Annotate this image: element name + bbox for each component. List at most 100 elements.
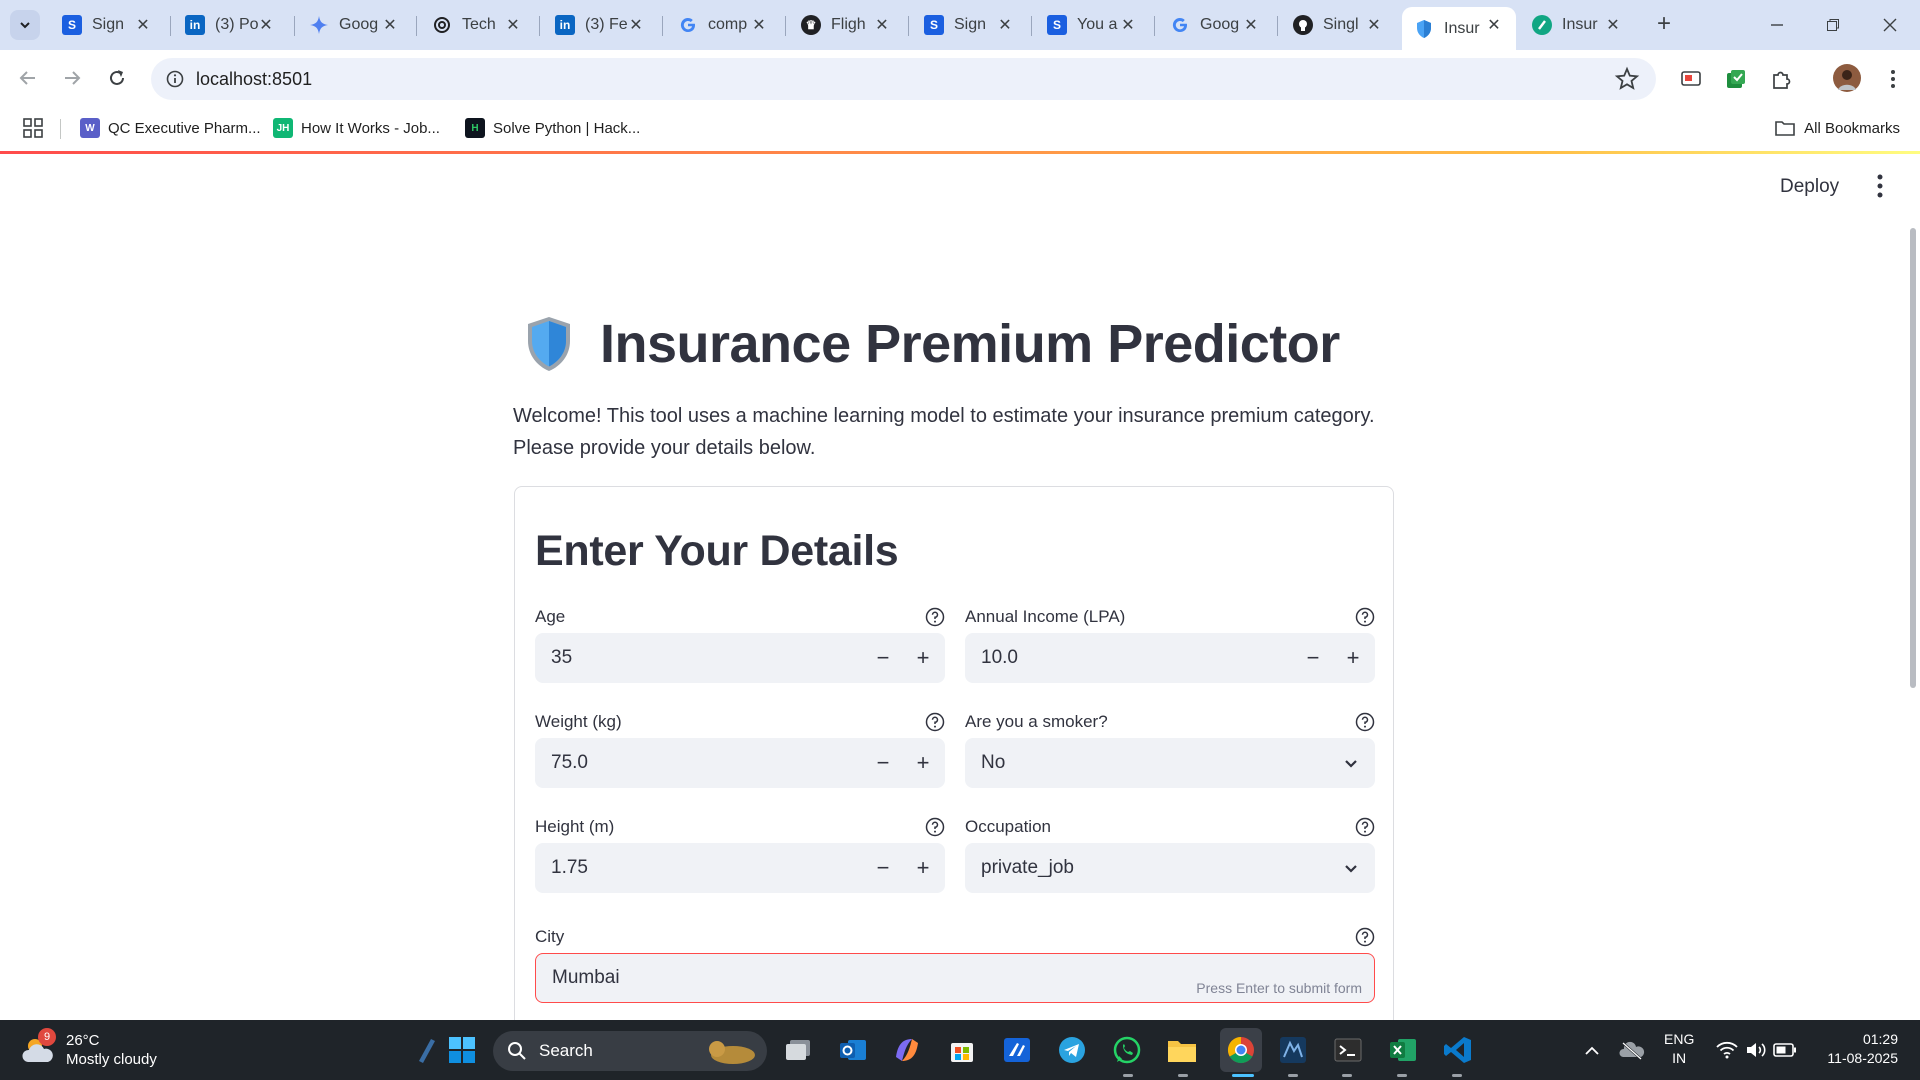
tab-10[interactable]: Goog ✕ xyxy=(1158,7,1273,43)
close-icon[interactable]: ✕ xyxy=(1603,15,1623,35)
close-icon[interactable]: ✕ xyxy=(380,15,400,35)
excel-icon[interactable] xyxy=(1385,1032,1421,1068)
city-input[interactable]: Mumbai Press Enter to submit form xyxy=(535,953,1375,1003)
close-icon[interactable]: ✕ xyxy=(1484,15,1504,35)
bookmark-how-it-works[interactable]: JH How It Works - Job... xyxy=(273,113,440,143)
decrement-button[interactable]: − xyxy=(867,852,899,884)
tab-11[interactable]: Singl ✕ xyxy=(1281,7,1396,43)
tab-7[interactable]: ♛ Fligh ✕ xyxy=(789,7,904,43)
increment-button[interactable]: + xyxy=(907,747,939,779)
scrollbar-thumb[interactable] xyxy=(1910,228,1916,688)
tab-2[interactable]: in (3) Po ✕ xyxy=(173,7,288,43)
minimize-button[interactable] xyxy=(1754,8,1800,42)
close-icon[interactable]: ✕ xyxy=(872,15,892,35)
income-value[interactable]: 10.0 xyxy=(981,647,1018,669)
site-info-icon[interactable] xyxy=(161,65,189,93)
close-icon[interactable]: ✕ xyxy=(256,15,276,35)
tab-13[interactable]: Insur ✕ xyxy=(1520,7,1635,43)
task-view-icon[interactable] xyxy=(780,1032,816,1068)
taskbar-search[interactable]: Search xyxy=(493,1031,767,1071)
tab-3[interactable]: Goog ✕ xyxy=(297,7,412,43)
copilot-icon[interactable] xyxy=(889,1032,925,1068)
chrome-icon[interactable] xyxy=(1220,1028,1262,1072)
microsoft-store-icon[interactable] xyxy=(944,1032,980,1068)
close-icon[interactable]: ✕ xyxy=(1364,15,1384,35)
close-window-button[interactable] xyxy=(1867,8,1913,42)
close-icon[interactable]: ✕ xyxy=(1118,15,1138,35)
age-value[interactable]: 35 xyxy=(551,647,572,669)
tab-4[interactable]: Tech ✕ xyxy=(420,7,535,43)
terminal-icon[interactable] xyxy=(1330,1032,1366,1068)
deploy-button[interactable]: Deploy xyxy=(1780,176,1839,198)
restore-button[interactable] xyxy=(1810,8,1856,42)
smoker-value[interactable]: No xyxy=(981,752,1005,774)
wifi-icon[interactable] xyxy=(1712,1032,1742,1068)
height-input[interactable]: 1.75 − + xyxy=(535,843,945,893)
cast-icon[interactable] xyxy=(1678,66,1704,92)
url-text[interactable]: localhost:8501 xyxy=(196,69,312,90)
help-icon[interactable] xyxy=(1355,712,1375,732)
vscode-icon[interactable] xyxy=(1440,1032,1476,1068)
forward-button[interactable] xyxy=(56,62,88,94)
back-button[interactable] xyxy=(12,62,44,94)
apps-grid-icon[interactable] xyxy=(22,117,44,139)
onedrive-off-icon[interactable] xyxy=(1614,1032,1650,1068)
bookmark-solve-python[interactable]: H Solve Python | Hack... xyxy=(465,113,640,143)
tab-8[interactable]: S Sign ✕ xyxy=(912,7,1027,43)
telegram-icon[interactable] xyxy=(1054,1032,1090,1068)
occupation-value[interactable]: private_job xyxy=(981,857,1074,879)
close-icon[interactable]: ✕ xyxy=(503,15,523,35)
close-icon[interactable]: ✕ xyxy=(995,15,1015,35)
occupation-select[interactable]: private_job xyxy=(965,843,1375,893)
increment-button[interactable]: + xyxy=(907,642,939,674)
widgets-icon[interactable] xyxy=(410,1032,446,1068)
smoker-select[interactable]: No xyxy=(965,738,1375,788)
bookmark-qc-executive[interactable]: W QC Executive Pharm... xyxy=(80,113,261,143)
tab-9[interactable]: S You a ✕ xyxy=(1035,7,1150,43)
all-bookmarks-button[interactable]: All Bookmarks xyxy=(1774,113,1900,143)
reload-button[interactable] xyxy=(101,62,133,94)
help-icon[interactable] xyxy=(925,607,945,627)
tab-5[interactable]: in (3) Fe ✕ xyxy=(543,7,658,43)
new-tab-button[interactable]: + xyxy=(1650,11,1678,39)
decrement-button[interactable]: − xyxy=(1297,642,1329,674)
weather-widget[interactable]: 9 26°C Mostly cloudy xyxy=(20,1028,157,1070)
file-explorer-icon[interactable] xyxy=(1164,1032,1200,1068)
app-navy-icon[interactable] xyxy=(1275,1032,1311,1068)
app-blue-icon[interactable] xyxy=(999,1032,1035,1068)
chevron-up-icon[interactable] xyxy=(1574,1032,1610,1068)
close-icon[interactable]: ✕ xyxy=(1241,15,1261,35)
help-icon[interactable] xyxy=(925,712,945,732)
weight-input[interactable]: 75.0 − + xyxy=(535,738,945,788)
income-input[interactable]: 10.0 − + xyxy=(965,633,1375,683)
clock[interactable]: 01:29 11-08-2025 xyxy=(1818,1030,1898,1068)
tab-12-active[interactable]: Insur ✕ xyxy=(1402,7,1516,50)
chevron-down-icon[interactable] xyxy=(1341,858,1361,878)
close-icon[interactable]: ✕ xyxy=(626,15,646,35)
close-icon[interactable]: ✕ xyxy=(133,15,153,35)
decrement-button[interactable]: − xyxy=(867,642,899,674)
tab-6[interactable]: comp ✕ xyxy=(666,7,781,43)
volume-icon[interactable] xyxy=(1741,1032,1771,1068)
whatsapp-icon[interactable] xyxy=(1109,1032,1145,1068)
weight-value[interactable]: 75.0 xyxy=(551,752,588,774)
chevron-down-icon[interactable] xyxy=(1341,753,1361,773)
browser-menu-icon[interactable] xyxy=(1880,66,1906,92)
age-input[interactable]: 35 − + xyxy=(535,633,945,683)
language-indicator[interactable]: ENG IN xyxy=(1664,1030,1694,1068)
bookmark-star-icon[interactable] xyxy=(1614,66,1640,92)
address-bar[interactable]: localhost:8501 xyxy=(151,58,1656,100)
help-icon[interactable] xyxy=(1355,817,1375,837)
help-icon[interactable] xyxy=(925,817,945,837)
profile-avatar[interactable] xyxy=(1833,64,1861,92)
help-icon[interactable] xyxy=(1355,927,1375,947)
increment-button[interactable]: + xyxy=(1337,642,1369,674)
increment-button[interactable]: + xyxy=(907,852,939,884)
tab-1[interactable]: S Sign ✕ xyxy=(50,7,165,43)
battery-icon[interactable] xyxy=(1770,1032,1800,1068)
windows-start-icon[interactable] xyxy=(444,1032,480,1068)
city-value[interactable]: Mumbai xyxy=(552,967,620,989)
extension-green-icon[interactable] xyxy=(1723,66,1749,92)
close-icon[interactable]: ✕ xyxy=(749,15,769,35)
outlook-icon[interactable] xyxy=(835,1032,871,1068)
